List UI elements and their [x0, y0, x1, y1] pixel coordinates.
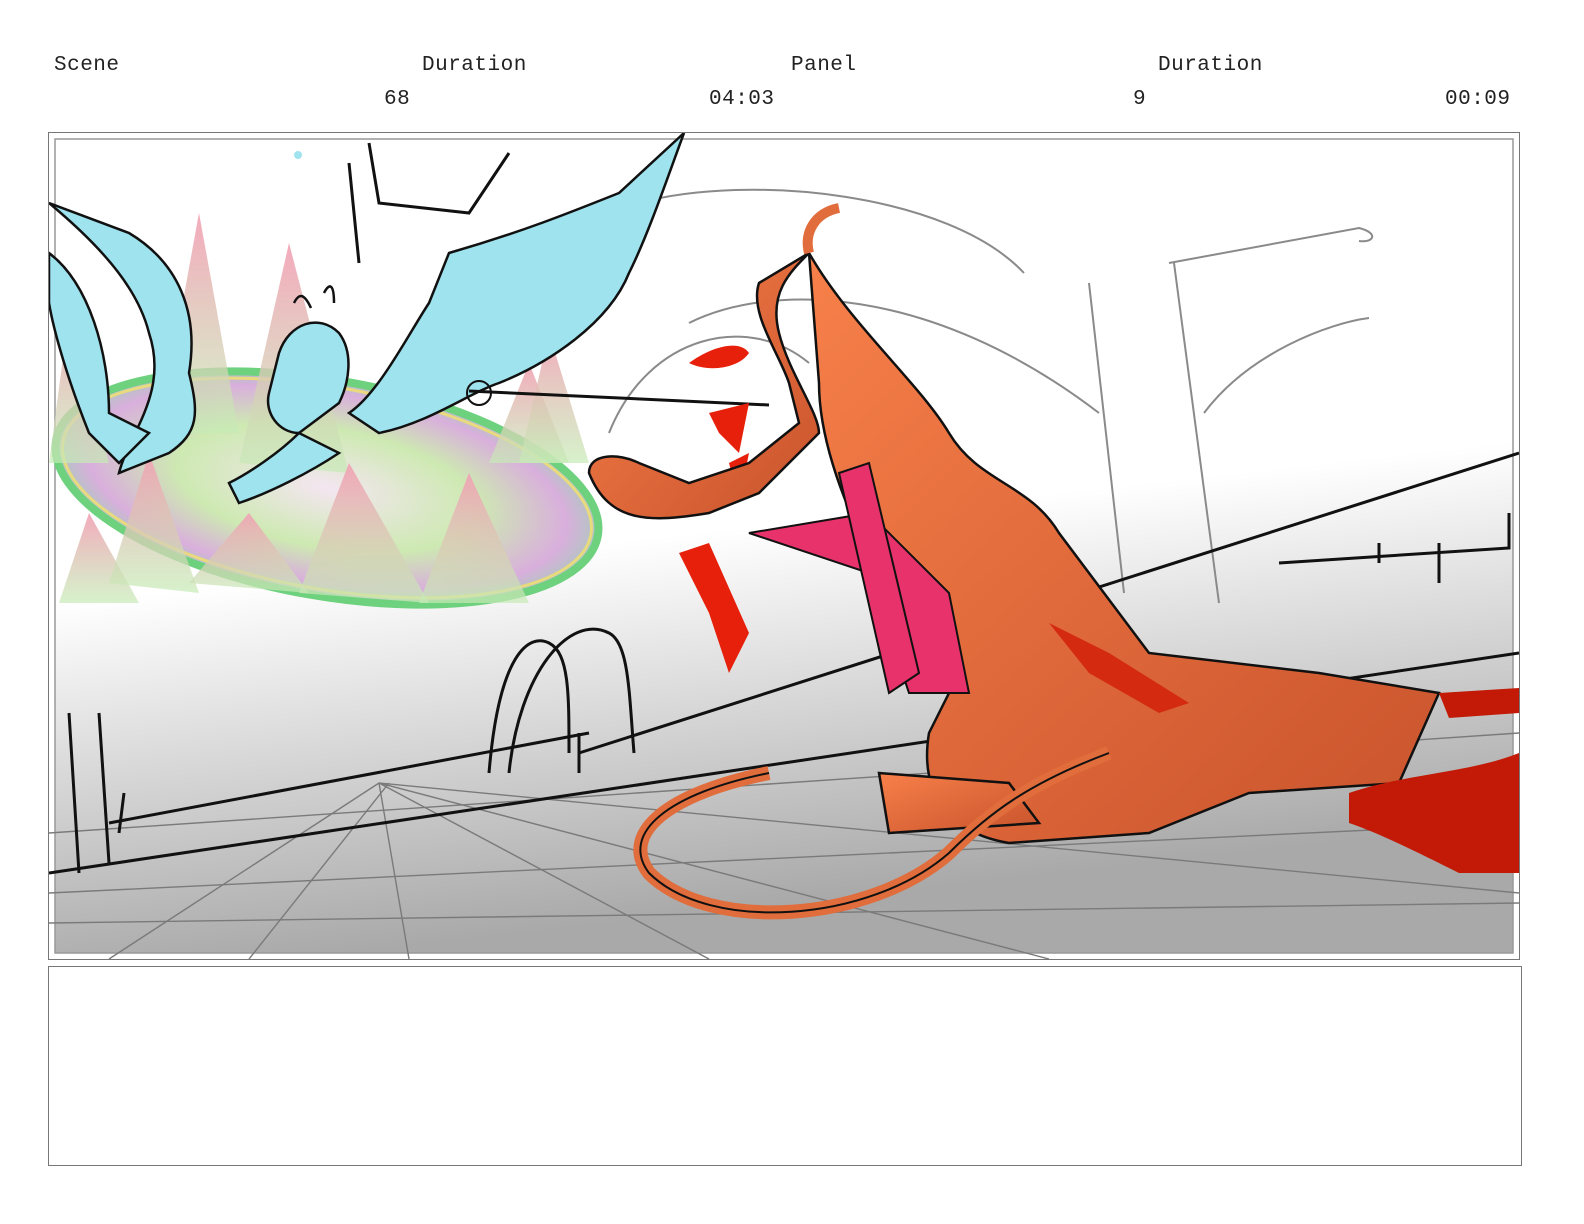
panel-duration-value: 00:09 — [1445, 88, 1511, 111]
notes-text — [49, 967, 1521, 991]
panel-number: 9 — [1133, 88, 1147, 111]
scene-duration-label: Duration — [422, 54, 527, 77]
scene-duration-value: 04:03 — [709, 88, 775, 111]
scene-number: 68 — [384, 88, 411, 111]
fairy-sparkle — [294, 151, 302, 159]
panel-duration-label: Duration — [1158, 54, 1263, 77]
storyboard-panel-frame — [48, 132, 1520, 960]
notes-box — [48, 966, 1522, 1166]
scene-label: Scene — [54, 54, 120, 77]
storyboard-drawing — [49, 133, 1519, 959]
panel-label: Panel — [791, 54, 857, 77]
